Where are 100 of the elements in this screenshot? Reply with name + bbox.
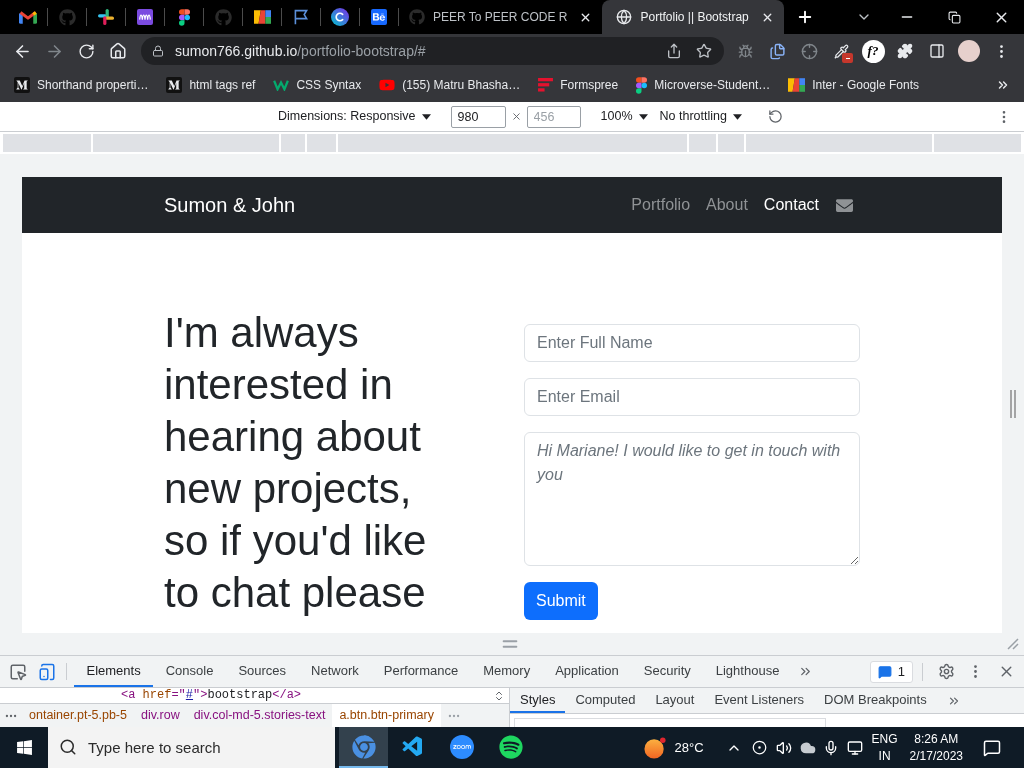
block-logo-icon[interactable] [788,78,806,92]
extension-button[interactable]: f? [861,39,885,63]
browser-tab[interactable]: Portfolio || Bootstrap [602,0,784,34]
bookmark[interactable]: Microverse-Student… [630,72,777,98]
gmail-icon[interactable] [19,10,37,24]
figma-icon[interactable] [178,8,190,26]
zoom-dropdown[interactable]: 100% [600,107,648,126]
devtools-tab[interactable]: Memory [470,656,543,687]
address-bar[interactable]: sumon766.github.io/portfolio-bootstrap/# [141,37,724,65]
scroll-arrows-icon[interactable] [493,689,505,702]
devtools-tab[interactable]: Application [542,656,632,687]
bookmark[interactable]: Inter - Google Fonts [782,72,925,98]
devtools-tab[interactable]: Network [298,656,372,687]
network-icon[interactable] [846,739,863,756]
record-icon[interactable] [751,740,767,755]
bookmark[interactable]: CSS Syntax [267,72,368,98]
documents-icon[interactable] [768,42,786,60]
block-logo-icon[interactable] [253,10,271,24]
styles-tab[interactable]: Event Listeners [704,688,815,713]
taskbar-app[interactable] [339,727,388,768]
browser-tab[interactable]: PEER To PEER CODE R [399,0,603,34]
crosshair-icon[interactable] [800,42,818,60]
bars-logo-icon[interactable] [538,78,554,92]
name-field[interactable]: Enter Full Name [524,324,860,362]
behance-icon[interactable] [371,9,387,25]
slack-icon[interactable] [98,9,114,25]
email-field[interactable]: Enter Email [524,378,860,416]
devtools-tab[interactable]: Lighthouse [703,656,792,687]
throttling-dropdown[interactable]: No throttling [659,107,742,126]
breadcrumb[interactable]: ontainer.pt-5.pb-5 [22,704,134,727]
bookmark[interactable]: html tags ref [160,72,262,98]
styles-tab[interactable]: DOM Breakpoints [814,688,937,713]
devtools-tab[interactable]: Security [631,656,704,687]
search-field[interactable]: Type here to search [48,727,335,768]
home-icon[interactable] [109,42,127,60]
devtools-tab[interactable]: Performance [371,656,471,687]
issues-icon [877,664,892,679]
dimensions-dropdown[interactable]: Dimensions: Responsive [278,107,431,126]
width-field[interactable]: 980 [450,105,506,128]
message-field[interactable]: Hi Mariane! I would like to get in touch with you [524,432,860,566]
styles-tab[interactable]: Layout [645,688,705,713]
filter-field[interactable] [514,718,826,727]
github-icon [409,9,425,25]
m-logo-icon[interactable] [166,77,183,93]
issues-badge[interactable]: 1 [869,660,913,683]
inspect-icon[interactable] [9,662,27,681]
clock-date[interactable]: 2/17/2023 [909,747,963,765]
url-text: sumon766.github.io/portfolio-bootstrap/# [175,41,426,61]
reload-icon[interactable] [77,42,95,60]
lock-icon [152,45,164,57]
bookmark[interactable]: Formspree [532,72,625,98]
device-toggle-icon[interactable] [38,662,56,681]
styles-tab[interactable]: Computed [565,688,646,713]
heading: I'm always interested in hearing about new projects, so if you'd like to chat please [164,308,428,618]
bookmark-star-icon[interactable] [696,43,712,59]
bookmark[interactable]: Shorthand properti… [8,72,155,98]
language-text[interactable]: ENG [871,730,898,748]
more-bookmarks-icon[interactable] [996,78,1010,92]
site-brand[interactable]: Sumon & John [164,190,296,220]
avatar-icon[interactable] [958,40,980,62]
resize-handle-icon[interactable] [1010,390,1016,418]
notifications-icon[interactable] [983,738,1001,757]
rotate-icon[interactable] [767,109,783,124]
weather-icon[interactable] [643,736,666,759]
caret-icon[interactable] [421,113,431,120]
restore-icon[interactable] [947,10,961,24]
nav-link[interactable]: Portfolio [631,193,691,217]
side-panel-icon[interactable] [929,43,945,59]
settings-icon[interactable] [938,663,955,680]
caret-icon[interactable] [638,113,648,120]
start-icon[interactable] [15,739,33,756]
volume-icon[interactable] [775,739,792,756]
submit-button[interactable]: Submit [524,582,598,620]
bookmark[interactable]: (155) Matru Bhasha… [373,72,527,98]
height-field[interactable]: 456 [526,105,581,128]
share-icon[interactable] [666,43,682,59]
c-circle-logo-icon[interactable] [331,8,349,26]
nav-link[interactable]: About [706,193,748,217]
envelope-icon[interactable] [835,196,854,214]
code-line: <a href="#">bootstrap</a> [121,688,302,703]
bug-icon[interactable] [737,43,753,59]
caret-icon[interactable] [732,113,742,120]
extensions-icon[interactable] [897,43,913,59]
temperature-text[interactable]: 28°C [674,737,704,758]
breadcrumb[interactable]: div.row [134,704,187,727]
flag-icon[interactable] [293,9,309,25]
devtools-tab[interactable]: Console [153,656,226,687]
attribute-link[interactable]: # [185,688,194,702]
clock-time[interactable]: 8:26 AM [914,730,959,748]
zigzag-logo-icon[interactable] [273,79,290,91]
eyedropper-icon[interactable] [833,43,849,59]
breadcrumb[interactable]: div.col-md-5.stories-text [186,704,333,727]
figma-icon[interactable] [636,76,648,94]
youtube-icon[interactable] [379,77,396,93]
m-logo-icon[interactable] [14,77,30,93]
wave-tile-icon[interactable] [137,9,153,25]
breadcrumb[interactable]: a.btn.btn-primary [332,704,441,727]
region-text[interactable]: IN [878,747,891,765]
nav-link[interactable]: Contact [763,193,819,217]
devtools-tab[interactable]: Sources [225,656,299,687]
